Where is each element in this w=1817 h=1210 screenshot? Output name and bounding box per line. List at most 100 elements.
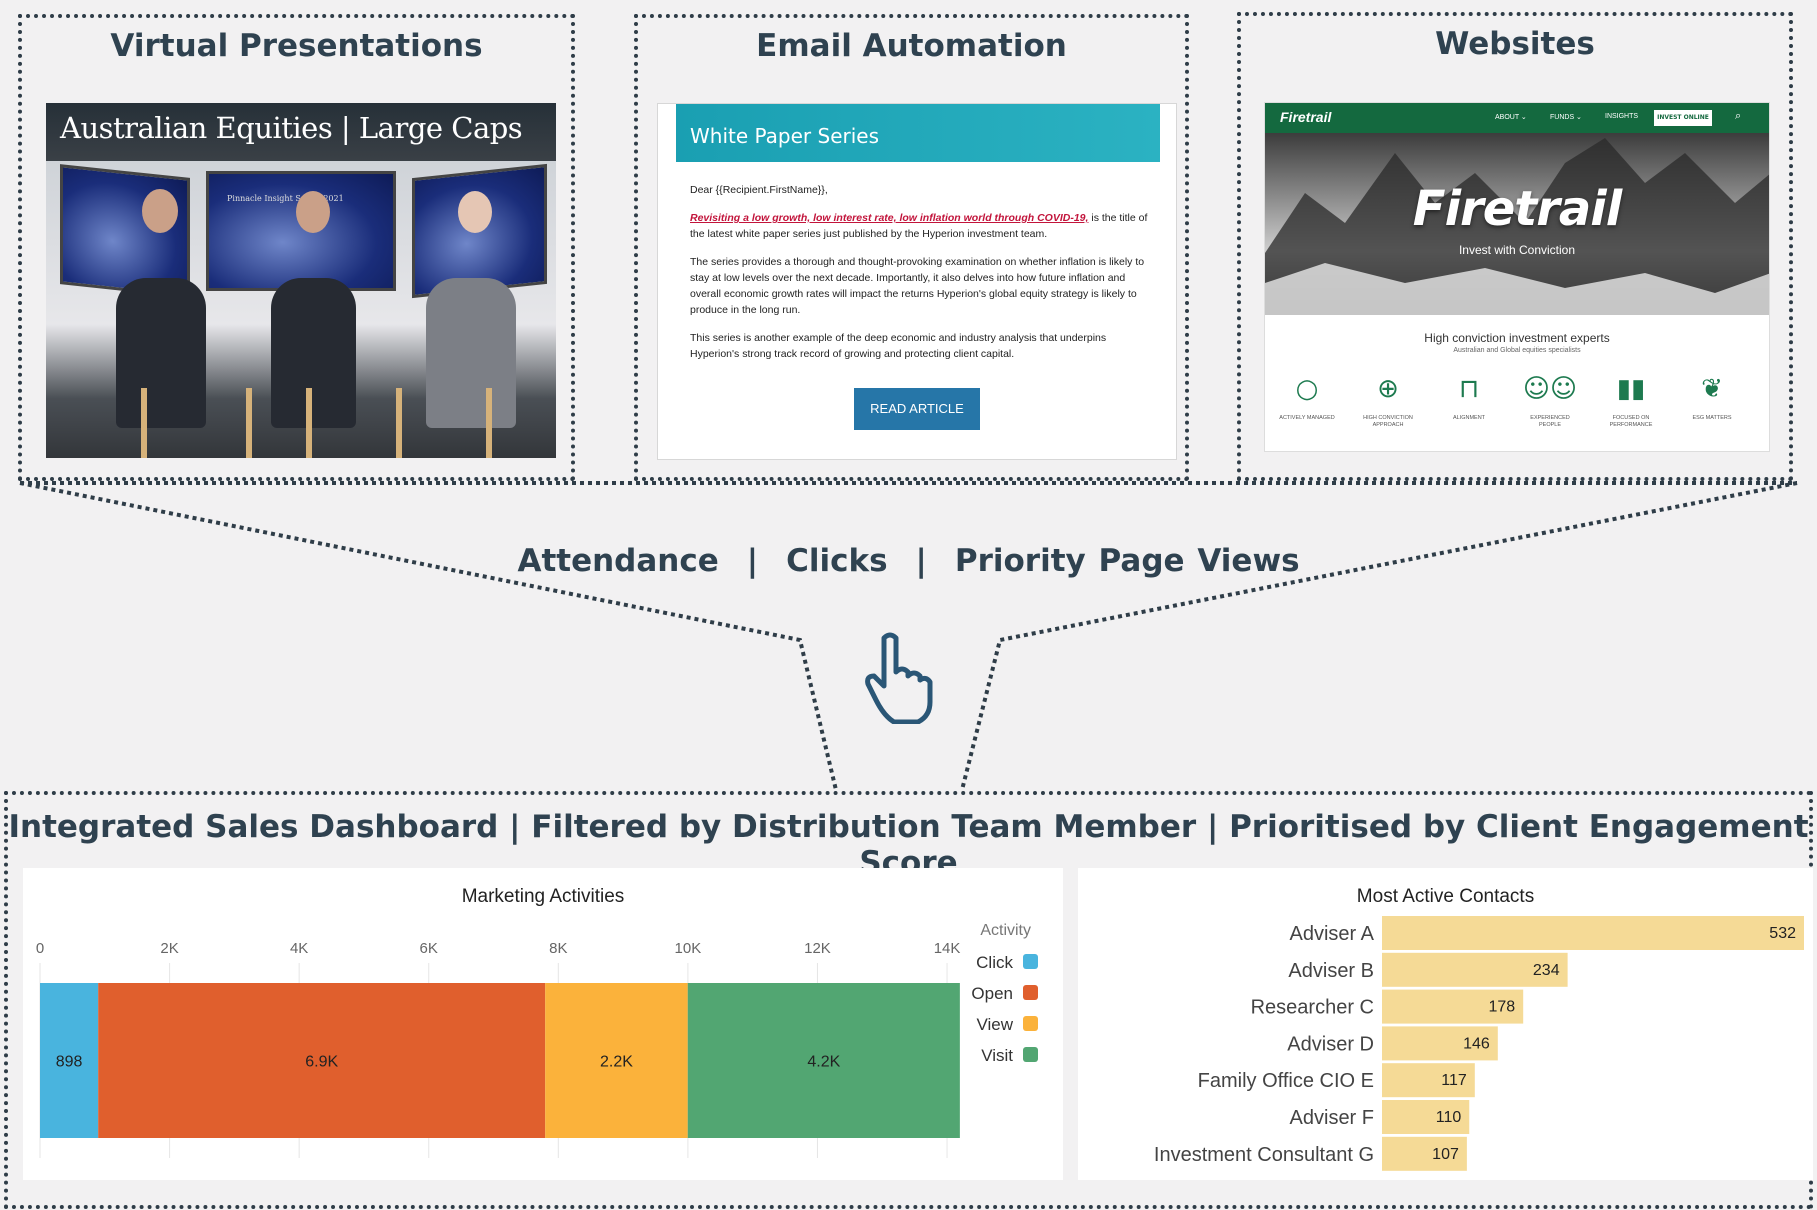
feature-focused-performance[interactable]: ▮▮ FOCUSED ON PERFORMANCE (1601, 373, 1661, 429)
x-tick-label: 12K (804, 940, 831, 957)
presenter-head (296, 191, 330, 233)
video-title: Australian Equities | Large Caps (46, 103, 556, 161)
contact-name: Researcher C (1251, 997, 1374, 1019)
data-label: 898 (56, 1054, 83, 1071)
contact-name: Adviser B (1288, 960, 1374, 982)
desk-icon: ⊓ (1458, 374, 1480, 404)
contact-value: 234 (1533, 962, 1560, 979)
email-paragraph: Revisiting a low growth, low interest ra… (690, 210, 1150, 242)
contact-name: Adviser D (1287, 1033, 1374, 1055)
feature-experienced-people[interactable]: ☺☺ EXPERIENCED PEOPLE (1520, 373, 1580, 429)
x-tick-label: 14K (934, 940, 961, 957)
contact-value: 110 (1436, 1109, 1462, 1126)
studio-stage: Pinnacle Insight Series 2021 (46, 161, 556, 458)
email-automation-panel: Email Automation White Paper Series Dear… (634, 14, 1189, 481)
website-hero: Firetrail Invest with Conviction (1265, 133, 1769, 315)
x-tick-label: 2K (160, 940, 178, 957)
x-tick-label: 10K (675, 940, 702, 957)
contact-bar (1382, 916, 1804, 950)
data-label: 6.9K (305, 1054, 338, 1071)
bar-icon: ▮▮ (1616, 374, 1646, 404)
sprout-icon: ❦ (1701, 374, 1723, 404)
email-paragraph: The series provides a thorough and thoug… (690, 256, 1145, 316)
data-label: 4.2K (807, 1054, 840, 1071)
marketing-activities-card: Marketing Activities 0 2K 4K 6K 8K 10K 12K 14K 8… (23, 868, 1063, 1180)
website-logo[interactable]: Firetrail (1280, 109, 1331, 125)
feature-label: EXPERIENCED PEOPLE (1530, 415, 1570, 428)
contact-value: 117 (1441, 1072, 1467, 1089)
legend-title: Activity (980, 922, 1031, 939)
email-banner: White Paper Series (676, 104, 1160, 162)
stool (486, 388, 492, 458)
contact-value: 178 (1488, 999, 1515, 1016)
legend-swatch (1023, 1047, 1038, 1062)
legend-swatch (1023, 1016, 1038, 1031)
nav-item-funds[interactable]: FUNDS ⌄ (1550, 113, 1582, 121)
legend-swatch (1023, 954, 1038, 969)
invest-online-button[interactable]: INVEST ONLINE (1654, 110, 1712, 126)
metric-attendance: Attendance (517, 543, 719, 579)
contact-name: Adviser F (1290, 1107, 1374, 1129)
presenter-center (271, 278, 356, 428)
website-brand: Firetrail (1412, 181, 1622, 237)
x-tick-label: 8K (549, 940, 567, 957)
virtual-presentations-title: Virtual Presentations (110, 28, 483, 64)
x-tick-label: 6K (420, 940, 438, 957)
legend-label: Open (971, 984, 1013, 1003)
data-label: 2.2K (600, 1054, 633, 1071)
presenter-right (426, 278, 516, 428)
metric-separator: | (746, 543, 759, 579)
magnifier-icon: ○ (1295, 374, 1319, 404)
contact-name: Investment Consultant G (1154, 1144, 1374, 1166)
presentation-video[interactable]: Australian Equities | Large Caps Pinnacl… (46, 103, 556, 458)
email-automation-title: Email Automation (756, 28, 1067, 64)
search-icon[interactable]: ⌕ (1735, 110, 1741, 123)
email-preview: White Paper Series Dear {{Recipient.Firs… (657, 103, 1177, 460)
most-active-contacts-card: Most Active Contacts Adviser A 532 Adviser… (1078, 868, 1813, 1180)
contact-value: 146 (1463, 1035, 1490, 1052)
metric-separator: | (915, 543, 927, 579)
article-link[interactable]: Revisiting a low growth, low interest ra… (690, 212, 1088, 224)
websites-panel: Websites Firetrail ABOUT ⌄ FUNDS ⌄ INSIG… (1237, 12, 1793, 481)
feature-label: ESG MATTERS (1692, 415, 1732, 421)
websites-title: Websites (1435, 26, 1595, 62)
website-tagline: Invest with Conviction (1458, 243, 1576, 257)
engagement-metrics: Attendance | Clicks | Priority Page Views (0, 543, 1817, 579)
feature-high-conviction[interactable]: ⊕ HIGH CONVICTION APPROACH (1358, 373, 1418, 429)
feature-esg[interactable]: ❦ ESG MATTERS (1682, 373, 1742, 422)
feature-label: ACTIVELY MANAGED (1279, 415, 1335, 421)
metric-page-views: Priority Page Views (954, 543, 1300, 579)
sales-dashboard: Integrated Sales Dashboard | Filtered by… (4, 791, 1813, 1209)
email-greeting: Dear {{Recipient.FirstName}}, (690, 184, 828, 196)
legend-label: Click (976, 953, 1013, 972)
presenter-head (142, 189, 178, 233)
stool (306, 388, 312, 458)
feature-label: FOCUSED ON PERFORMANCE (1609, 415, 1653, 428)
pointer-hand-icon (865, 632, 933, 724)
stool (396, 388, 402, 458)
nav-item-insights[interactable]: INSIGHTS (1605, 113, 1638, 120)
website-nav: Firetrail ABOUT ⌄ FUNDS ⌄ INSIGHTS INVES… (1265, 103, 1769, 133)
stool (141, 388, 147, 458)
feature-actively-managed[interactable]: ○ ACTIVELY MANAGED (1277, 373, 1337, 422)
email-paragraph: This series is another example of the de… (690, 332, 1107, 360)
email-body: Dear {{Recipient.FirstName}}, Revisiting… (690, 182, 1150, 374)
nav-item-about[interactable]: ABOUT ⌄ (1495, 113, 1527, 121)
legend-label: Visit (981, 1046, 1013, 1065)
contact-name: Adviser A (1290, 923, 1375, 945)
marketing-activities-chart: 0 2K 4K 6K 8K 10K 12K 14K 898 6.9K 2.2K 4.2K Activit… (36, 922, 1038, 1158)
studio-screen: Pinnacle Insight Series 2021 (206, 171, 396, 291)
contact-name: Family Office CIO E (1198, 1070, 1374, 1092)
x-tick-label: 0 (36, 940, 44, 957)
feature-label: ALIGNMENT (1452, 415, 1486, 421)
most-active-contacts-chart: Adviser A 532 Adviser B 234 Researcher C 178 A… (1154, 916, 1804, 1171)
feature-label: HIGH CONVICTION APPROACH (1363, 415, 1413, 428)
contact-value: 107 (1432, 1146, 1459, 1163)
read-article-button[interactable]: READ ARTICLE (854, 388, 980, 430)
feature-alignment[interactable]: ⊓ ALIGNMENT (1439, 373, 1499, 422)
x-tick-label: 4K (290, 940, 308, 957)
website-subheadline: Australian and Global equities specialis… (1453, 347, 1581, 354)
presenter-head (458, 191, 492, 233)
website-preview: Firetrail ABOUT ⌄ FUNDS ⌄ INSIGHTS INVES… (1264, 102, 1770, 452)
website-headline: High conviction investment experts (1424, 331, 1610, 345)
